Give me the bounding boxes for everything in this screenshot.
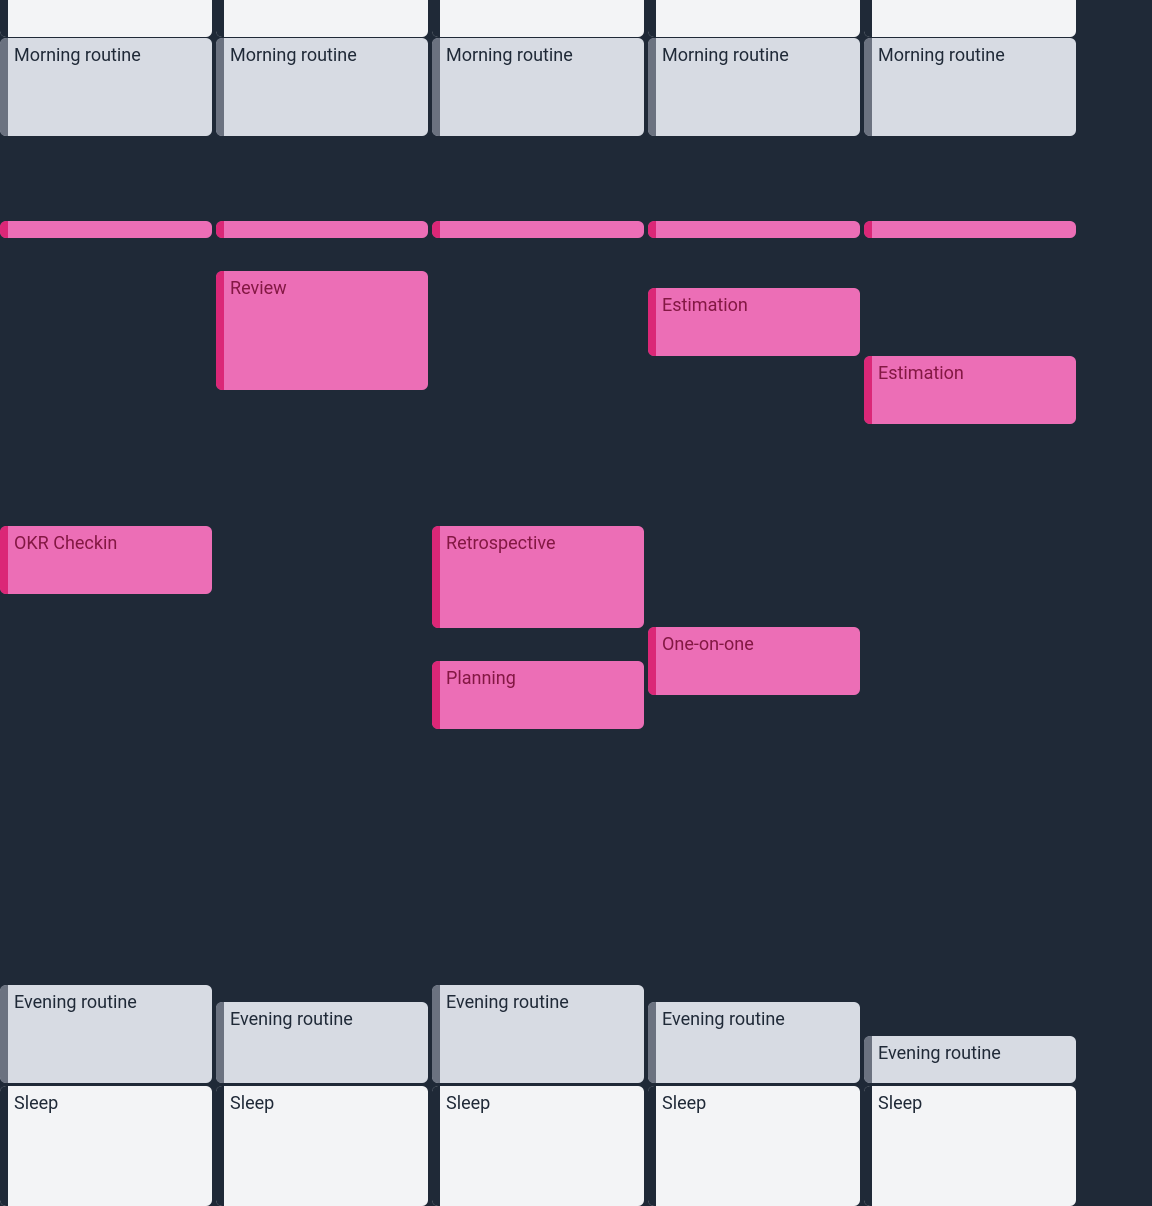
event-color-stripe [648, 0, 656, 37]
event-color-stripe [432, 985, 440, 1083]
event-color-stripe [432, 526, 440, 628]
calendar-event[interactable] [864, 221, 1076, 238]
event-color-stripe [648, 221, 656, 238]
event-label: Planning [446, 667, 634, 690]
event-color-stripe [864, 0, 872, 37]
event-label: Morning routine [230, 44, 418, 67]
event-color-stripe [864, 38, 872, 136]
event-label: Sleep [446, 1092, 634, 1115]
calendar-event[interactable]: Sleep [648, 1086, 860, 1206]
event-color-stripe [0, 985, 8, 1083]
event-color-stripe [216, 0, 224, 37]
event-label: Sleep [14, 1092, 202, 1115]
event-label: Morning routine [878, 44, 1066, 67]
event-color-stripe [864, 1036, 872, 1083]
event-color-stripe [0, 38, 8, 136]
calendar-event[interactable]: Sleep [432, 1086, 644, 1206]
event-label: Review [230, 277, 418, 300]
event-label: Morning routine [446, 44, 634, 67]
calendar-week-grid: Morning routine Morning routine Morning ro… [0, 0, 1152, 1199]
event-color-stripe [648, 38, 656, 136]
event-color-stripe [216, 1086, 224, 1206]
event-color-stripe [432, 38, 440, 136]
event-color-stripe [648, 1086, 656, 1206]
calendar-event[interactable] [432, 0, 644, 37]
calendar-event[interactable]: Evening routine [216, 1002, 428, 1083]
event-color-stripe [216, 271, 224, 390]
calendar-event[interactable] [0, 0, 212, 37]
calendar-event[interactable] [864, 0, 1076, 37]
calendar-event[interactable]: One-on-one [648, 627, 860, 695]
calendar-event[interactable]: Evening routine [432, 985, 644, 1083]
event-color-stripe [432, 0, 440, 37]
event-color-stripe [648, 288, 656, 356]
event-color-stripe [432, 221, 440, 238]
event-color-stripe [432, 661, 440, 729]
event-label: Estimation [662, 294, 850, 317]
calendar-event[interactable] [648, 221, 860, 238]
calendar-event[interactable]: Morning routine [0, 38, 212, 136]
calendar-event[interactable]: Sleep [216, 1086, 428, 1206]
event-color-stripe [648, 627, 656, 695]
event-color-stripe [216, 38, 224, 136]
calendar-event[interactable]: Morning routine [216, 38, 428, 136]
event-label: Sleep [662, 1092, 850, 1115]
calendar-event[interactable] [648, 0, 860, 37]
event-color-stripe [0, 0, 8, 37]
calendar-event[interactable]: Evening routine [648, 1002, 860, 1083]
event-color-stripe [864, 356, 872, 424]
event-label: Evening routine [878, 1042, 1066, 1065]
calendar-event[interactable]: Estimation [648, 288, 860, 356]
event-label: Sleep [878, 1092, 1066, 1115]
event-label: OKR Checkin [14, 532, 202, 555]
calendar-event[interactable]: Retrospective [432, 526, 644, 628]
event-label: Evening routine [230, 1008, 418, 1031]
event-label: Sleep [230, 1092, 418, 1115]
event-color-stripe [0, 1086, 8, 1206]
calendar-event[interactable]: Evening routine [864, 1036, 1076, 1083]
event-color-stripe [0, 221, 8, 238]
event-color-stripe [864, 221, 872, 238]
calendar-event[interactable]: OKR Checkin [0, 526, 212, 594]
calendar-event[interactable]: Morning routine [648, 38, 860, 136]
calendar-event[interactable]: Evening routine [0, 985, 212, 1083]
calendar-event[interactable]: Sleep [0, 1086, 212, 1206]
event-color-stripe [648, 1002, 656, 1083]
event-label: Evening routine [446, 991, 634, 1014]
event-color-stripe [432, 1086, 440, 1206]
event-label: Estimation [878, 362, 1066, 385]
event-label: Morning routine [14, 44, 202, 67]
event-label: Evening routine [662, 1008, 850, 1031]
calendar-event[interactable] [0, 221, 212, 238]
calendar-event[interactable]: Review [216, 271, 428, 390]
event-label: One-on-one [662, 633, 850, 656]
calendar-event[interactable]: Morning routine [432, 38, 644, 136]
calendar-event[interactable]: Sleep [864, 1086, 1076, 1206]
calendar-event[interactable]: Morning routine [864, 38, 1076, 136]
event-color-stripe [216, 221, 224, 238]
calendar-event[interactable] [216, 0, 428, 37]
event-label: Morning routine [662, 44, 850, 67]
event-color-stripe [216, 1002, 224, 1083]
calendar-event[interactable]: Estimation [864, 356, 1076, 424]
event-color-stripe [864, 1086, 872, 1206]
event-label: Retrospective [446, 532, 634, 555]
event-color-stripe [0, 526, 8, 594]
calendar-event[interactable] [216, 221, 428, 238]
event-label: Evening routine [14, 991, 202, 1014]
calendar-event[interactable]: Planning [432, 661, 644, 729]
calendar-event[interactable] [432, 221, 644, 238]
